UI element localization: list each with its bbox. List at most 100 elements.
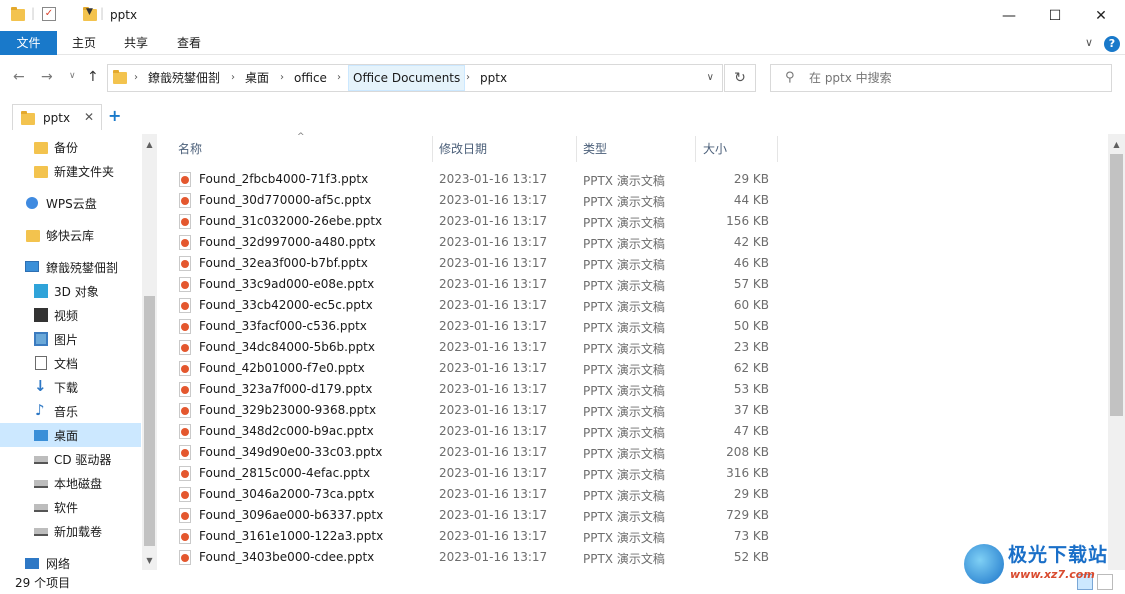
file-row[interactable]: Found_33c9ad000-e08e.pptx 2023-01-16 13:1…: [157, 274, 777, 295]
file-row[interactable]: Found_33facf000-c536.pptx 2023-01-16 13:1…: [157, 316, 777, 337]
chevron-right-icon[interactable]: ›: [337, 65, 341, 91]
file-row[interactable]: Found_3161e1000-122a3.pptx 2023-01-16 13:…: [157, 526, 777, 547]
folder-icon[interactable]: [11, 7, 25, 21]
cloud-icon: [26, 197, 38, 209]
nav-scrollbar[interactable]: ▲ ▼: [142, 134, 157, 570]
file-list-scroll-thumb[interactable]: [1110, 154, 1123, 416]
nav-item-this-pc[interactable]: 鐐戠殑鐢佃剳: [0, 255, 141, 279]
tab-view[interactable]: 查看: [167, 31, 211, 55]
file-row[interactable]: Found_323a7f000-d179.pptx 2023-01-16 13:1…: [157, 379, 777, 400]
nav-item-desktop[interactable]: 桌面: [0, 423, 141, 447]
help-icon[interactable]: ?: [1104, 36, 1120, 52]
column-divider[interactable]: [777, 136, 778, 162]
pptx-file-icon: [179, 403, 191, 418]
breadcrumb-desktop[interactable]: 桌面: [245, 65, 269, 91]
refresh-button[interactable]: ↻: [724, 64, 756, 92]
column-divider[interactable]: [695, 136, 696, 162]
file-row[interactable]: Found_2815c000-4efac.pptx 2023-01-16 13:1…: [157, 463, 777, 484]
separator: |: [31, 6, 36, 20]
forward-arrow-icon[interactable]: →: [41, 69, 53, 85]
nav-item-music[interactable]: ♪ 音乐: [0, 399, 141, 423]
watermark-title: 极光下载站: [1008, 544, 1109, 566]
folder-icon: [21, 111, 35, 125]
breadcrumb-office-documents[interactable]: Office Documents: [348, 65, 466, 91]
scroll-down-icon[interactable]: ▼: [142, 556, 157, 565]
nav-item-downloads[interactable]: ↓ 下载: [0, 375, 141, 399]
chevron-right-icon[interactable]: ›: [231, 65, 235, 91]
properties-icon[interactable]: ✓: [42, 7, 56, 21]
nav-item-documents[interactable]: 文档: [0, 351, 141, 375]
tab-file[interactable]: 文件: [0, 31, 57, 55]
nav-item-videos[interactable]: 视频: [0, 303, 141, 327]
nav-item-label: 网络: [46, 557, 71, 570]
file-type: PPTX 演示文稿: [583, 405, 665, 419]
nav-item-pictures[interactable]: 图片: [0, 327, 141, 351]
tab-strip: pptx ✕ +: [0, 100, 1125, 134]
column-header-date[interactable]: 修改日期: [433, 134, 576, 164]
file-row[interactable]: Found_33cb42000-ec5c.pptx 2023-01-16 13:1…: [157, 295, 777, 316]
address-dropdown-icon[interactable]: ∨: [707, 65, 714, 91]
nav-item-gokuai[interactable]: 够快云库: [0, 223, 141, 247]
tab-share[interactable]: 共享: [114, 31, 158, 55]
file-row[interactable]: Found_32d997000-a480.pptx 2023-01-16 13:1…: [157, 232, 777, 253]
file-row[interactable]: Found_31c032000-26ebe.pptx 2023-01-16 13:…: [157, 211, 777, 232]
maximize-button[interactable]: ☐: [1032, 0, 1078, 31]
tab-home[interactable]: 主页: [62, 31, 106, 55]
file-size: 42 KB: [733, 235, 769, 249]
file-row[interactable]: Found_3403be000-cdee.pptx 2023-01-16 13:1…: [157, 547, 777, 568]
close-button[interactable]: ✕: [1078, 0, 1124, 31]
nav-item-3d-objects[interactable]: 3D 对象: [0, 279, 141, 303]
chevron-down-icon[interactable]: ▼: [86, 7, 93, 17]
cd-drive-icon: [34, 456, 48, 464]
file-row[interactable]: Found_3096ae000-b6337.pptx 2023-01-16 13:…: [157, 505, 777, 526]
back-arrow-icon[interactable]: ←: [13, 69, 25, 85]
column-header-size[interactable]: 大小: [697, 134, 777, 164]
chevron-right-icon[interactable]: ›: [466, 65, 470, 91]
chevron-right-icon[interactable]: ›: [280, 65, 284, 91]
recent-locations-icon[interactable]: ∨: [69, 71, 76, 81]
close-tab-icon[interactable]: ✕: [84, 110, 94, 124]
nav-item-backup[interactable]: 备份: [0, 135, 141, 159]
file-size: 29 KB: [733, 487, 769, 501]
file-row[interactable]: Found_32ea3f000-b7bf.pptx 2023-01-16 13:1…: [157, 253, 777, 274]
nav-item-software[interactable]: 软件: [0, 495, 141, 519]
expand-ribbon-icon[interactable]: ∨: [1085, 36, 1093, 49]
file-date: 2023-01-16 13:17: [439, 424, 548, 438]
document-icon: [35, 356, 47, 370]
breadcrumb-pc[interactable]: 鐐戠殑鐢佃剳: [148, 65, 220, 91]
nav-item-new-volume[interactable]: 新加载卷: [0, 519, 141, 543]
breadcrumb-office[interactable]: office: [294, 65, 327, 91]
up-arrow-icon[interactable]: ↑: [87, 69, 99, 85]
chevron-right-icon[interactable]: ›: [134, 65, 138, 91]
minimize-button[interactable]: —: [986, 0, 1032, 31]
column-header-name[interactable]: 名称: [172, 134, 432, 164]
search-box[interactable]: ⚲: [770, 64, 1112, 92]
search-input[interactable]: [809, 65, 1099, 91]
navigation-pane: 备份 新建文件夹 WPS云盘 够快云库 鐐戠殑鐢佃剳 3D 对象 视频 图片 文…: [0, 134, 157, 570]
file-row[interactable]: Found_2fbcb4000-71f3.pptx 2023-01-16 13:1…: [157, 169, 777, 190]
file-list-scrollbar[interactable]: ▲: [1108, 134, 1125, 570]
file-row[interactable]: Found_42b01000-f7e0.pptx 2023-01-16 13:17…: [157, 358, 777, 379]
add-tab-button[interactable]: +: [108, 106, 121, 125]
file-row[interactable]: Found_34dc84000-5b6b.pptx 2023-01-16 13:1…: [157, 337, 777, 358]
nav-item-wps-cloud[interactable]: WPS云盘: [0, 191, 141, 215]
file-row[interactable]: Found_349d90e00-33c03.pptx 2023-01-16 13:…: [157, 442, 777, 463]
address-bar[interactable]: › 鐐戠殑鐢佃剳 › 桌面 › office › Office Document…: [107, 64, 723, 92]
pptx-file-icon: [179, 445, 191, 460]
nav-scroll-thumb[interactable]: [144, 296, 155, 546]
column-header-type[interactable]: 类型: [577, 134, 695, 164]
file-row[interactable]: Found_30d770000-af5c.pptx 2023-01-16 13:1…: [157, 190, 777, 211]
nav-item-network[interactable]: 网络: [0, 551, 141, 570]
tab-pptx[interactable]: pptx ✕: [12, 104, 102, 130]
nav-item-label: 音乐: [54, 405, 79, 419]
scroll-up-icon[interactable]: ▲: [142, 140, 157, 149]
file-row[interactable]: Found_348d2c000-b9ac.pptx 2023-01-16 13:1…: [157, 421, 777, 442]
scroll-up-icon[interactable]: ▲: [1108, 140, 1125, 149]
nav-item-new-folder[interactable]: 新建文件夹: [0, 159, 141, 183]
breadcrumb-pptx[interactable]: pptx: [480, 65, 507, 91]
file-row[interactable]: Found_3046a2000-73ca.pptx 2023-01-16 13:1…: [157, 484, 777, 505]
nav-item-cd-drive[interactable]: CD 驱动器: [0, 447, 141, 471]
nav-item-local-disk[interactable]: 本地磁盘: [0, 471, 141, 495]
file-type: PPTX 演示文稿: [583, 237, 665, 251]
file-row[interactable]: Found_329b23000-9368.pptx 2023-01-16 13:1…: [157, 400, 777, 421]
